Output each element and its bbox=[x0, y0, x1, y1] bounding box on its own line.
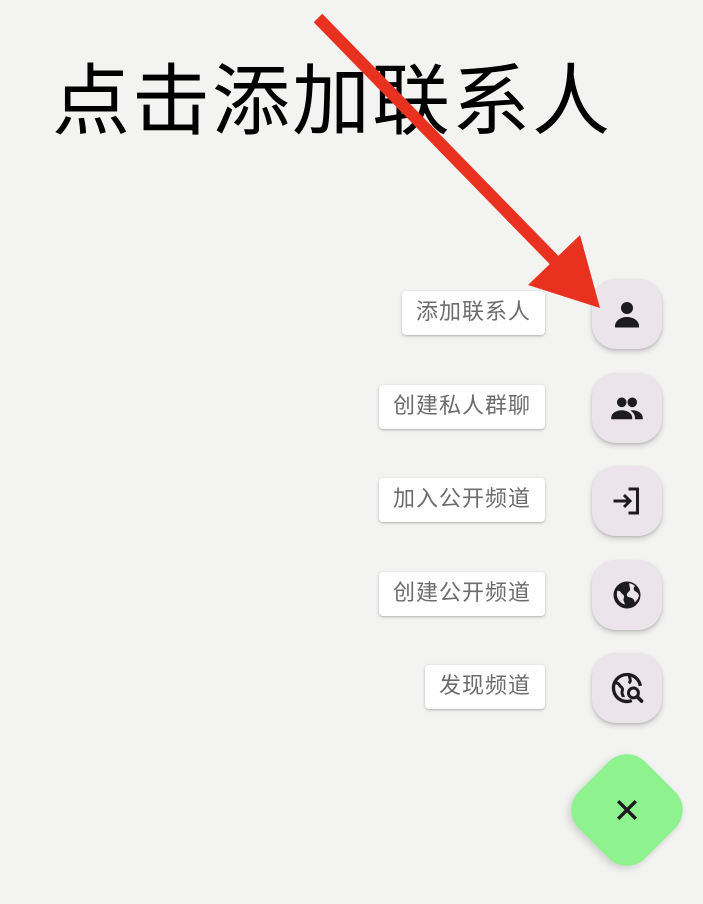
group-icon bbox=[611, 397, 643, 420]
discover-channels-label[interactable]: 发现频道 bbox=[424, 665, 545, 709]
add-contact-button[interactable] bbox=[592, 279, 662, 349]
join-public-channel-label[interactable]: 加入公开频道 bbox=[378, 478, 545, 522]
create-public-channel-button[interactable] bbox=[592, 560, 662, 630]
create-public-channel-label[interactable]: 创建公开频道 bbox=[378, 572, 545, 616]
join-public-channel-button[interactable] bbox=[592, 466, 662, 536]
create-private-group-button[interactable] bbox=[592, 373, 662, 443]
create-private-group-label[interactable]: 创建私人群聊 bbox=[378, 385, 545, 429]
close-menu-fab[interactable] bbox=[560, 743, 694, 877]
close-icon bbox=[616, 799, 638, 821]
globe-search-icon bbox=[611, 672, 644, 704]
globe-icon bbox=[613, 581, 641, 609]
login-icon bbox=[613, 487, 639, 515]
close-glyph-wrapper bbox=[580, 763, 674, 857]
discover-channels-button[interactable] bbox=[592, 653, 662, 723]
person-icon bbox=[615, 302, 639, 328]
fab-menu: 添加联系人 创建私人群聊 加入公开频道 创建公开频道 发现频道 bbox=[0, 0, 703, 880]
add-contact-label[interactable]: 添加联系人 bbox=[401, 291, 545, 335]
